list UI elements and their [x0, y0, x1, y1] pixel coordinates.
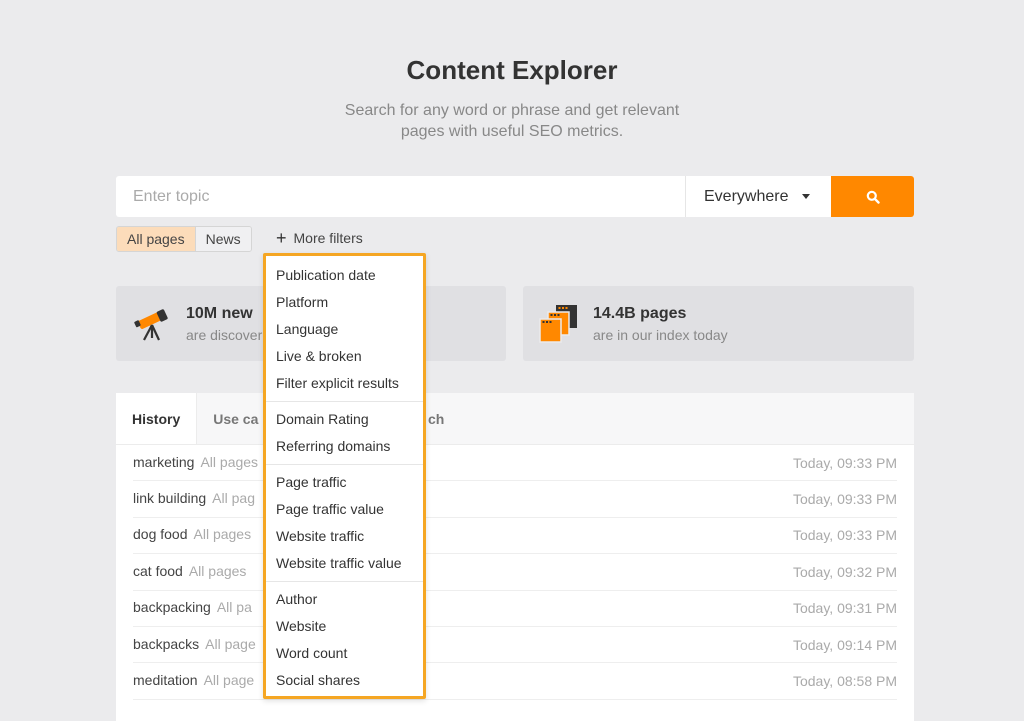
- pages-stack-icon: [539, 305, 577, 343]
- history-row[interactable]: link building All pag Today, 09:33 PM: [133, 481, 897, 518]
- filter-word-count[interactable]: Word count: [266, 640, 423, 667]
- history-scope: All pag: [212, 490, 255, 507]
- stat-sub-new-pages: are discover: [186, 327, 263, 343]
- page-title: Content Explorer: [406, 55, 618, 85]
- history-scope: All pages: [188, 562, 247, 579]
- history-list: marketing All pages Today, 09:33 PM link …: [116, 445, 914, 700]
- menu-divider: [266, 581, 423, 582]
- stat-title-new-pages: 10M new: [186, 305, 253, 322]
- history-time: Today, 09:14 PM: [792, 636, 897, 653]
- history-time: Today, 09:31 PM: [792, 600, 897, 617]
- history-scope: All page: [205, 635, 256, 652]
- history-panel: History Use ca ch marketing All pages Tod…: [116, 393, 914, 721]
- history-time: Today, 08:58 PM: [792, 673, 897, 690]
- history-scope: All pages: [200, 453, 259, 470]
- history-query: meditation: [133, 672, 198, 689]
- caret-down-icon: [802, 194, 811, 199]
- search-input[interactable]: [116, 176, 685, 217]
- tab-history[interactable]: History: [116, 393, 198, 444]
- filter-page-traffic-value[interactable]: Page traffic value: [266, 496, 423, 523]
- filter-live-broken[interactable]: Live & broken: [266, 343, 423, 370]
- filter-author[interactable]: Author: [266, 586, 423, 613]
- history-query: backpacking: [133, 599, 211, 616]
- history-time: Today, 09:32 PM: [792, 563, 897, 580]
- stat-title-index: 14.4B pages: [593, 305, 687, 322]
- history-scope: All pages: [193, 526, 252, 543]
- filter-publication-date[interactable]: Publication date: [266, 262, 423, 289]
- history-query: backpacks: [133, 635, 200, 652]
- search-button[interactable]: [831, 176, 914, 217]
- history-time: Today, 09:33 PM: [792, 527, 897, 544]
- subtitle-line-2: pages with useful SEO metrics.: [400, 123, 624, 140]
- filter-language[interactable]: Language: [266, 316, 423, 343]
- filter-website-traffic-value[interactable]: Website traffic value: [266, 550, 423, 577]
- history-row[interactable]: marketing All pages Today, 09:33 PM: [133, 445, 897, 482]
- stat-card-index: 14.4B pages are in our index today: [523, 286, 914, 361]
- history-query: dog food: [133, 526, 188, 543]
- history-scope: All pa: [216, 599, 252, 616]
- filter-social-shares[interactable]: Social shares: [266, 667, 423, 694]
- plus-icon: +: [276, 228, 287, 248]
- telescope-icon: [134, 309, 168, 341]
- menu-divider: [266, 401, 423, 402]
- history-row[interactable]: backpacks All page Today, 09:14 PM: [133, 627, 897, 664]
- filter-referring-domains[interactable]: Referring domains: [266, 433, 423, 460]
- search-icon: [866, 190, 880, 204]
- history-time: Today, 09:33 PM: [792, 491, 897, 508]
- history-row[interactable]: dog food All pages Today, 09:33 PM: [133, 518, 897, 555]
- filter-domain-rating[interactable]: Domain Rating: [266, 406, 423, 433]
- more-filters-menu: Publication date Platform Language Live …: [263, 253, 426, 699]
- history-tabs: History Use ca ch: [116, 393, 914, 445]
- page-subtitle: Search for any word or phrase and get re…: [312, 100, 712, 142]
- filter-explicit-results[interactable]: Filter explicit results: [266, 370, 423, 397]
- scope-select-value: Everywhere: [704, 187, 789, 205]
- history-row[interactable]: meditation All page Today, 08:58 PM: [133, 663, 897, 700]
- history-query: marketing: [133, 453, 195, 470]
- more-filters-button[interactable]: + More filters: [276, 228, 363, 248]
- filter-platform[interactable]: Platform: [266, 289, 423, 316]
- subtitle-line-1: Search for any word or phrase and get re…: [344, 102, 680, 119]
- stat-sub-index: are in our index today: [593, 327, 728, 343]
- page-type-tabs: All pages News: [116, 226, 252, 252]
- scope-select[interactable]: Everywhere: [685, 176, 831, 217]
- history-scope: All page: [203, 672, 255, 689]
- filter-website-traffic[interactable]: Website traffic: [266, 523, 423, 550]
- menu-divider: [266, 464, 423, 465]
- history-query: link building: [133, 490, 207, 507]
- filter-website[interactable]: Website: [266, 613, 423, 640]
- history-query: cat food: [133, 562, 183, 579]
- tab-news[interactable]: News: [195, 227, 251, 251]
- history-row[interactable]: cat food All pages Today, 09:32 PM: [133, 554, 897, 591]
- tab-all-pages[interactable]: All pages: [117, 227, 196, 251]
- search-bar: Everywhere: [116, 176, 914, 217]
- history-row[interactable]: backpacking All pa Today, 09:31 PM: [133, 591, 897, 627]
- more-filters-label: More filters: [293, 230, 363, 246]
- history-time: Today, 09:33 PM: [792, 454, 897, 471]
- filter-page-traffic[interactable]: Page traffic: [266, 469, 423, 496]
